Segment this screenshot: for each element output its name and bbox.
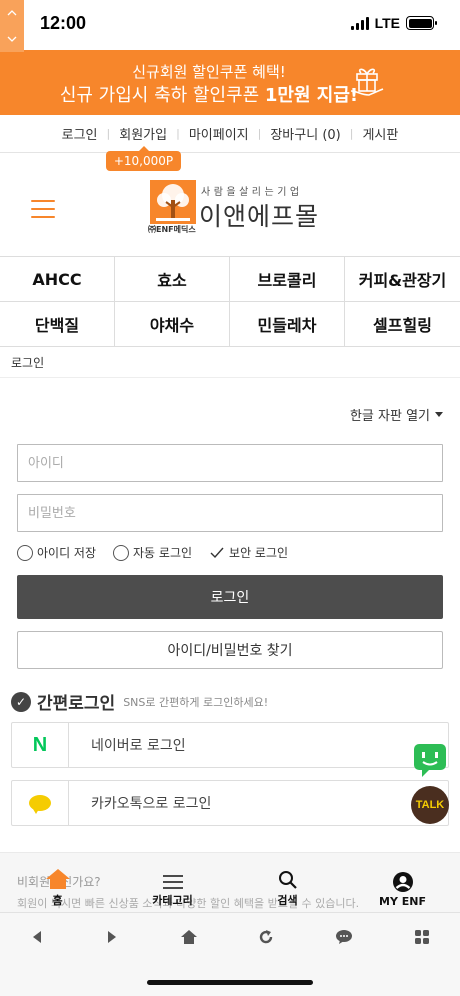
tab-my-enf[interactable]: MY ENF <box>345 866 460 912</box>
tab-home[interactable]: 홈 <box>0 866 115 912</box>
save-id-radio[interactable] <box>17 544 33 561</box>
menu-divider: | <box>176 127 180 140</box>
join-point-badge: +10,000P <box>106 146 181 171</box>
status-time: 12:00 <box>40 13 87 33</box>
menu-divider: | <box>349 127 354 140</box>
status-indicators: LTE <box>350 15 437 31</box>
browser-home-icon[interactable] <box>180 929 198 945</box>
menu-divider: | <box>106 127 111 140</box>
kakao-icon <box>12 781 69 825</box>
user-icon <box>392 872 413 892</box>
menu-join-link[interactable]: 회원가입 <box>119 124 167 143</box>
menu-board-link[interactable]: 게시판 <box>362 124 398 143</box>
naver-login-label: 네이버로 로그인 <box>91 738 186 754</box>
tab-category-label: 카테고리 <box>152 894 193 907</box>
category-self-healing[interactable]: 셀프힐링 <box>345 302 460 347</box>
tab-category[interactable]: 카테고리 <box>115 866 230 912</box>
back-icon[interactable] <box>30 930 44 944</box>
top-menu: 로그인 | 회원가입 | 마이페이지 | 장바구니 (0) | 게시판 <box>0 115 460 153</box>
bottom-tab-bar: 홈 카테고리 검색 MY ENF <box>0 866 460 912</box>
keyboard-toggle-label: 한글 자판 열기 <box>349 409 430 424</box>
forward-icon[interactable] <box>105 930 119 944</box>
easy-login-heading: ✓ 간편로그인 SNS로 간편하게 로그인하세요! <box>11 689 268 714</box>
tab-home-label: 홈 <box>52 894 63 907</box>
list-icon <box>162 875 183 889</box>
kakao-login-label: 카카오톡으로 로그인 <box>91 796 212 812</box>
naver-icon: N <box>12 723 69 767</box>
logo-company: ㈜ENF메딕스 <box>148 225 196 234</box>
easy-login-title: 간편로그인 <box>37 694 116 714</box>
banner-arrows <box>0 0 24 52</box>
find-account-button[interactable]: 아이디/비밀번호 찾기 <box>17 631 443 669</box>
naver-login-button[interactable]: N 네이버로 로그인 <box>11 722 449 768</box>
grid-menu-icon[interactable] <box>414 929 430 945</box>
menu-divider: | <box>257 127 262 140</box>
kakao-talk-floating-button[interactable]: TALK <box>411 786 449 824</box>
search-icon <box>278 871 297 889</box>
home-icon <box>45 869 70 889</box>
chevron-down-icon <box>7 36 17 42</box>
tab-search-label: 검색 <box>277 894 298 907</box>
battery-icon <box>406 16 437 30</box>
logo-slogan: 사람을살리는기업 <box>201 187 303 198</box>
auto-login-label: 자동 로그인 <box>133 546 193 560</box>
hamburger-menu-icon[interactable] <box>31 200 55 218</box>
keyboard-toggle-link[interactable]: 한글 자판 열기 <box>350 405 443 424</box>
caret-down-icon <box>435 412 443 417</box>
divider <box>0 377 460 378</box>
banner-prev-button[interactable] <box>0 0 24 26</box>
tab-my-enf-label: MY ENF <box>379 895 426 908</box>
auto-login-option[interactable]: 자동 로그인 <box>113 544 192 561</box>
save-id-option[interactable]: 아이디 저장 <box>17 544 96 561</box>
check-circle-icon: ✓ <box>11 691 31 712</box>
category-broccoli[interactable]: 브로콜리 <box>230 257 345 302</box>
chat-bot-icon[interactable] <box>412 742 448 778</box>
chat-bubble-icon[interactable] <box>335 929 353 945</box>
category-vegetable[interactable]: 야채수 <box>115 302 230 347</box>
category-enzyme[interactable]: 효소 <box>115 257 230 302</box>
secure-login-option[interactable]: 보안 로그인 <box>209 544 288 561</box>
breadcrumb: 로그인 <box>11 356 45 370</box>
menu-cart-link[interactable]: 장바구니 (0) <box>270 124 340 143</box>
save-id-label: 아이디 저장 <box>37 546 97 560</box>
tab-search[interactable]: 검색 <box>230 866 345 912</box>
kakao-login-button[interactable]: 카카오톡으로 로그인 <box>11 780 449 826</box>
category-grid: AHCC 효소 브로콜리 커피&관장기 단백질 야채수 민들레차 셀프힐링 <box>0 256 460 347</box>
checkmark-icon[interactable] <box>209 546 225 560</box>
menu-mypage-link[interactable]: 마이페이지 <box>189 124 249 143</box>
id-input[interactable] <box>17 444 443 482</box>
category-protein[interactable]: 단백질 <box>0 302 115 347</box>
refresh-icon[interactable] <box>258 929 274 945</box>
banner-next-button[interactable] <box>0 26 24 52</box>
menu-login-link[interactable]: 로그인 <box>62 124 98 143</box>
login-options: 아이디 저장 자동 로그인 보안 로그인 <box>17 544 305 561</box>
logo-tree-icon[interactable] <box>150 180 196 224</box>
network-label: LTE <box>374 15 400 31</box>
easy-login-subtitle: SNS로 간편하게 로그인하세요! <box>123 695 269 709</box>
auto-login-radio[interactable] <box>113 544 130 561</box>
login-button[interactable]: 로그인 <box>17 575 443 619</box>
category-dandelion[interactable]: 민들레차 <box>230 302 345 347</box>
home-indicator[interactable] <box>147 980 313 985</box>
status-bar: 12:00 LTE <box>0 0 460 50</box>
signal-icon <box>350 16 369 30</box>
chevron-up-icon <box>7 10 17 16</box>
password-input[interactable] <box>17 494 443 532</box>
category-coffee[interactable]: 커피&관장기 <box>345 257 460 302</box>
category-ahcc[interactable]: AHCC <box>0 257 115 302</box>
logo-name[interactable]: 이앤에프몰 <box>199 197 319 233</box>
gift-icon <box>350 68 384 96</box>
secure-login-label: 보안 로그인 <box>229 546 289 560</box>
promo-banner[interactable]: 신규회원 할인쿠폰 혜택! 신규 가입시 축하 할인쿠폰 1만원 지급! <box>0 50 460 115</box>
